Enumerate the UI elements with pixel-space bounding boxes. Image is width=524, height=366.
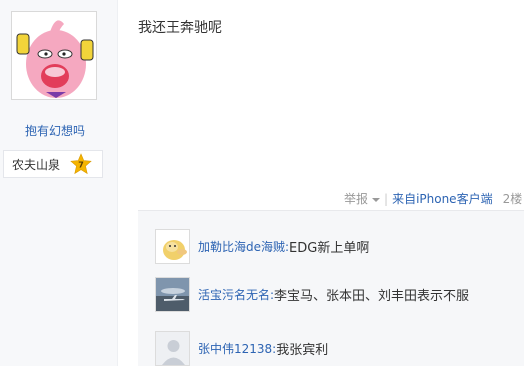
badge-label: 农夫山泉 [12,157,61,172]
post-meta: 举报 | 来自iPhone客户端 2楼 [344,190,522,207]
sub-comment: 活宝污名无名: 李宝马、张本田、刘丰田表示不服 [155,276,469,313]
commenter-avatar[interactable] [155,229,190,264]
badge-level-number: 7 [78,161,84,170]
author-username[interactable]: 抱有幻想吗 [0,122,110,139]
comment-text: 李宝马、张本田、刘丰田表示不服 [274,289,470,304]
airplane-photo-avatar-icon [156,278,189,311]
comment-text: 我张宾利 [276,343,329,358]
commenter-username[interactable]: 张中伟12138: [198,340,276,357]
sub-comment: 张中伟12138: 我张宾利 [155,330,328,366]
comment-text: EDG新上单啊 [289,241,370,256]
psyduck-avatar-icon [156,230,189,263]
author-avatar[interactable] [11,11,97,100]
commenter-avatar[interactable] [155,331,190,366]
meta-separator: | [384,191,389,206]
commenter-username[interactable]: 加勒比海de海贼: [198,238,289,255]
commenter-avatar[interactable] [155,277,190,312]
sub-comment-list: 加勒比海de海贼: EDG新上单啊 活宝污名无名: 李宝马、张本田、刘丰田表示不… [138,210,524,366]
report-button[interactable]: 举报 [344,190,381,207]
commenter-username[interactable]: 活宝污名无名: [198,286,274,303]
floor-number: 2楼 [502,192,523,206]
chevron-down-icon [372,197,381,202]
report-label: 举报 [344,192,369,206]
level-star-icon: 7 [70,153,92,175]
sidebar-divider [117,0,118,366]
member-badge[interactable]: 农夫山泉 7 [3,150,103,178]
client-source-link[interactable]: 来自iPhone客户端 [392,190,493,207]
sub-comment: 加勒比海de海贼: EDG新上单啊 [155,228,369,265]
default-user-avatar-icon [156,332,189,365]
post-content: 我还王奔驰呢 [138,20,222,36]
majin-buu-avatar-icon [12,12,96,99]
